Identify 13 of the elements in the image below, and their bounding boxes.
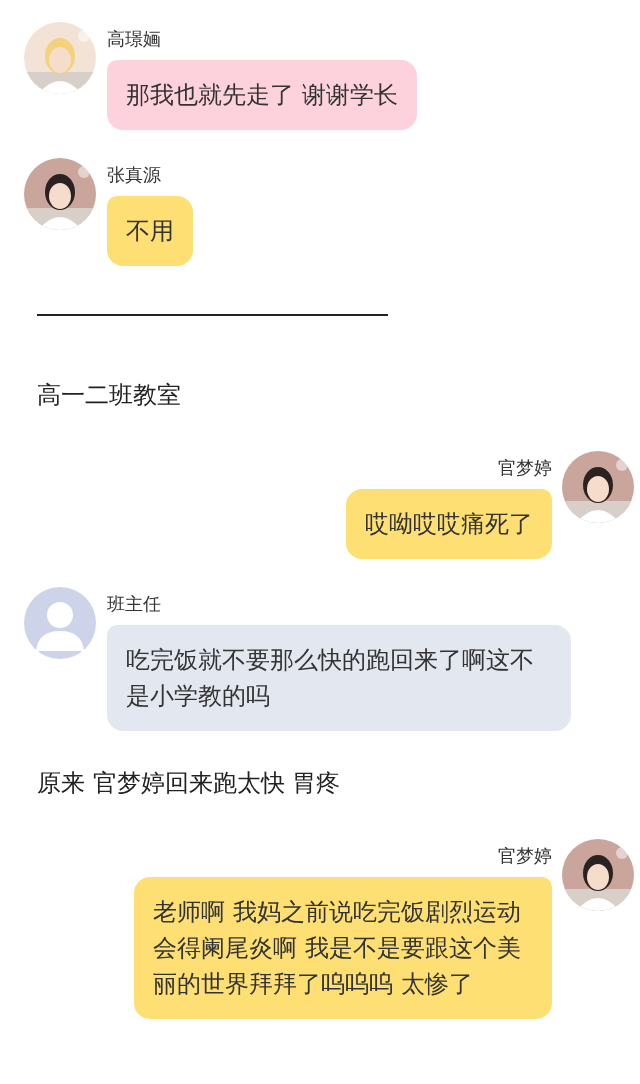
message-bubble: 那我也就先走了 谢谢学长 bbox=[107, 60, 417, 130]
sender-name: 高璟婳 bbox=[107, 27, 161, 51]
message-bubble: 老师啊 我妈之前说吃完饭剧烈运动会得阑尾炎啊 我是不是要跟这个美丽的世界拜拜了呜呜呜 太惨了 bbox=[134, 877, 552, 1019]
message-bubble: 不用 bbox=[107, 196, 193, 266]
sender-name: 官梦婷 bbox=[498, 844, 552, 868]
sender-name: 班主任 bbox=[107, 592, 161, 616]
narration-text: 高一二班教室 bbox=[37, 380, 182, 410]
sender-name: 张真源 bbox=[107, 163, 161, 187]
message-bubble: 吃完饭就不要那么快的跑回来了啊这不是小学教的吗 bbox=[107, 625, 571, 731]
narration-text: 原来 官梦婷回来跑太快 胃疼 bbox=[37, 768, 342, 798]
message-bubble: 哎呦哎哎痛死了 bbox=[346, 489, 552, 559]
sender-name: 官梦婷 bbox=[498, 456, 552, 480]
default-avatar-icon bbox=[24, 587, 96, 659]
